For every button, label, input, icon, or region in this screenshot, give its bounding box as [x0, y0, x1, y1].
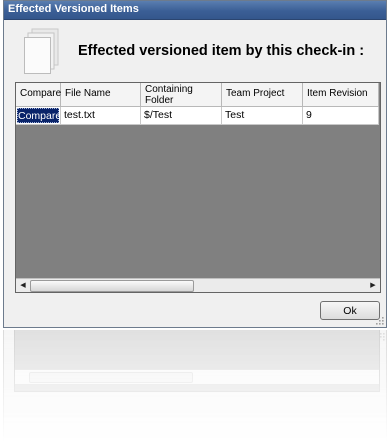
column-header-item-revision[interactable]: Item Revision — [303, 83, 379, 107]
column-header-file-name[interactable]: File Name — [61, 83, 141, 107]
title-bar[interactable]: Effected Versioned Items — [4, 1, 386, 20]
reflection-grid — [14, 330, 380, 392]
scroll-right-arrow-icon[interactable]: ▶ — [367, 280, 379, 291]
item-revision-cell[interactable]: 9 — [303, 107, 379, 125]
versioned-items-grid: Compare File Name Containing Folder Team… — [15, 82, 381, 293]
column-header-team-project[interactable]: Team Project — [222, 83, 303, 107]
reflection-scrollbar — [15, 370, 379, 384]
compare-button[interactable]: Compare — [17, 108, 60, 123]
dialog-heading: Effected versioned item by this check-in… — [78, 43, 365, 59]
file-name-cell[interactable]: test.txt — [61, 107, 141, 125]
column-header-containing-folder[interactable]: Containing Folder — [141, 83, 222, 107]
grid-header-row: Compare File Name Containing Folder Team… — [16, 83, 379, 107]
resize-grip-icon[interactable] — [375, 316, 384, 325]
team-project-cell[interactable]: Test — [222, 107, 303, 125]
document-stack-icon — [24, 28, 59, 74]
scrollbar-thumb[interactable] — [30, 280, 194, 292]
dialog-reflection: OK — [3, 330, 387, 442]
horizontal-scrollbar[interactable]: ◀ ▶ — [16, 278, 380, 292]
effected-items-dialog: Effected Versioned Items Effected versio… — [3, 0, 387, 328]
screenshot-root: Effected Versioned Items Effected versio… — [0, 0, 390, 442]
ok-button[interactable]: Ok — [320, 301, 380, 320]
compare-cell: Compare — [16, 107, 61, 125]
column-header-compare[interactable]: Compare — [16, 83, 61, 107]
table-row[interactable]: Compare test.txt $/Test Test 9 — [16, 107, 379, 125]
scroll-left-arrow-icon[interactable]: ◀ — [17, 280, 29, 291]
containing-folder-cell[interactable]: $/Test — [141, 107, 222, 125]
reflection-scrollbar-thumb — [29, 372, 193, 383]
window-title: Effected Versioned Items — [8, 3, 139, 15]
